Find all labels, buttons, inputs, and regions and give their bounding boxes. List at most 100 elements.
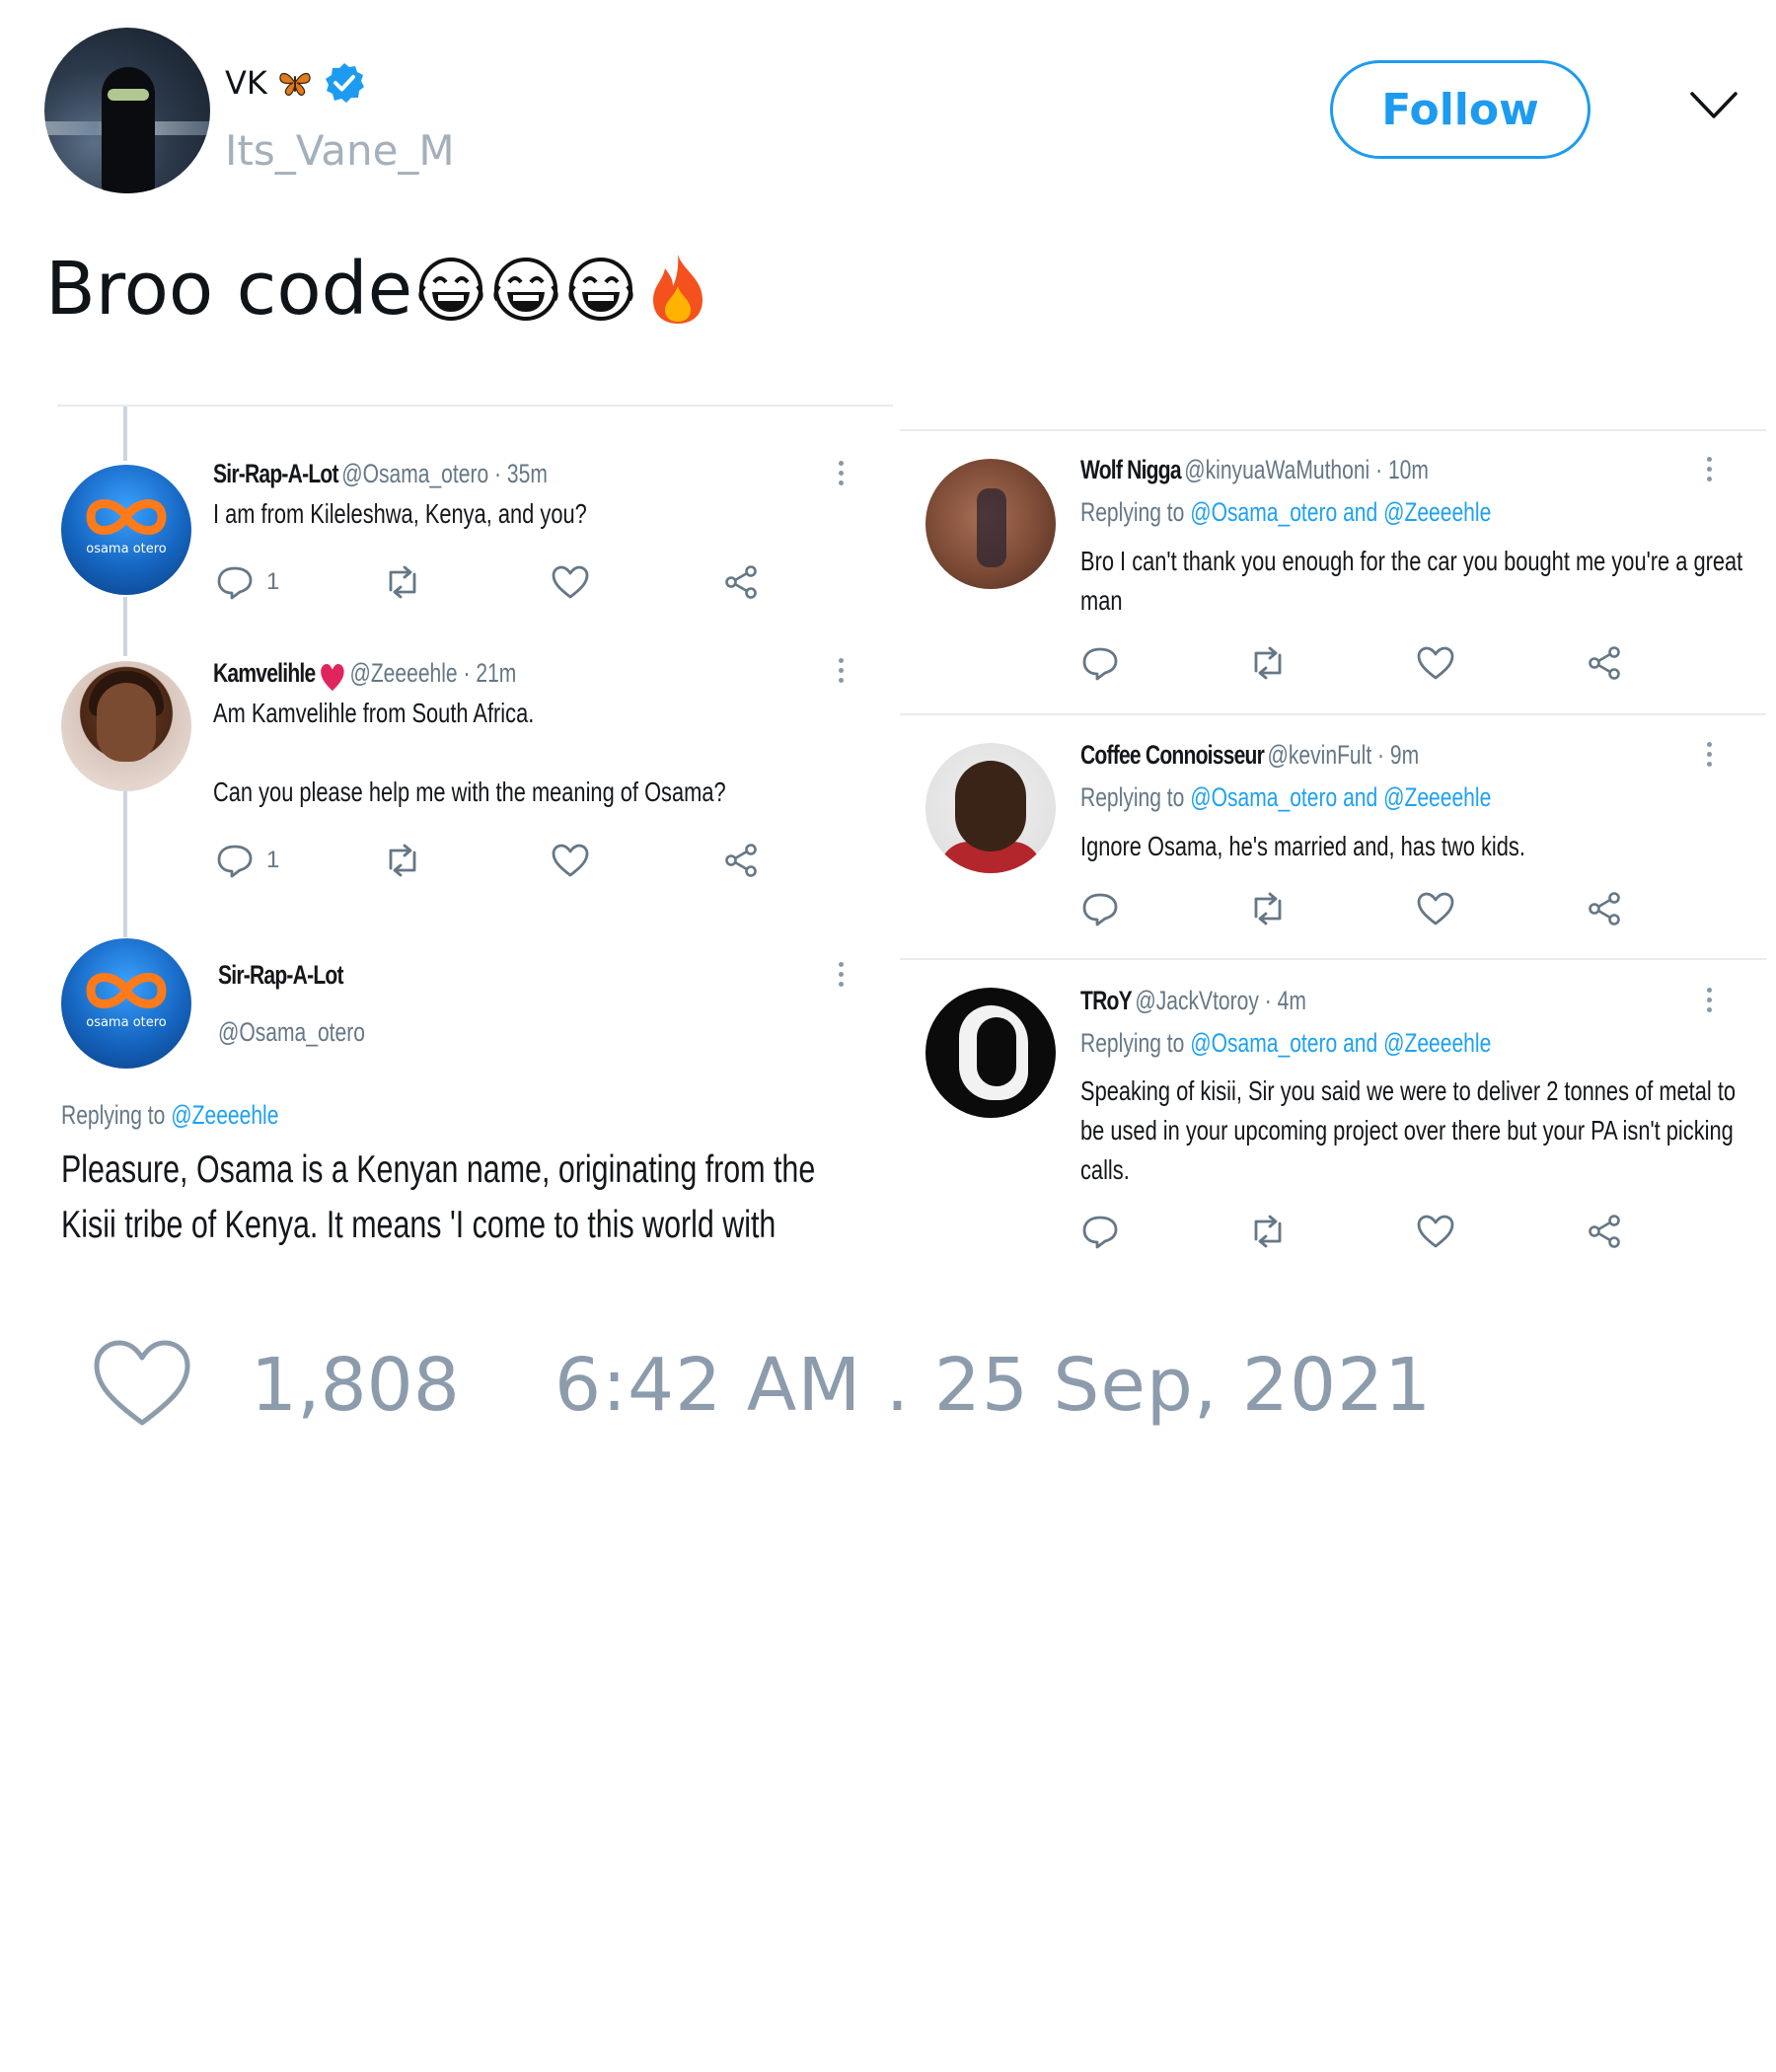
r1-name[interactable]: Wolf Nigga: [1080, 455, 1182, 485]
like-icon: [552, 565, 589, 599]
r2-text1: Ignore Osama, he's married and, has two …: [1080, 831, 1525, 861]
main-replying-link[interactable]: @Zeeeehle: [171, 1100, 278, 1130]
main-replying-prefix: Replying to: [61, 1100, 166, 1130]
r1-header: Wolf Nigga @kinyuaWaMuthoni · 10m: [1080, 455, 1526, 485]
replying-prefix: Replying to: [1080, 1028, 1185, 1058]
tweet-timestamp[interactable]: 6:42 AM . 25 Sep, 2021: [555, 1343, 1432, 1428]
r2-meta: @kevinFult · 9m: [1267, 740, 1420, 770]
reply-icon: [1082, 647, 1118, 681]
thread-line: [123, 407, 127, 461]
r1-text2: man: [1080, 585, 1123, 616]
main-handle[interactable]: @Osama_otero: [218, 1017, 365, 1048]
author-avatar[interactable]: [44, 28, 210, 193]
r3-text3: calls.: [1080, 1154, 1130, 1185]
share-action[interactable]: [721, 564, 761, 600]
reply-action[interactable]: 1: [215, 564, 279, 600]
like-action[interactable]: [551, 843, 590, 878]
author-display-name[interactable]: VK: [225, 64, 267, 102]
share-icon: [1589, 892, 1620, 925]
heart-emoji-icon: [321, 663, 344, 691]
share-action[interactable]: [721, 843, 761, 878]
r3-replying: Replying to @Osama_otero and @Zeeeehle: [1080, 1028, 1607, 1059]
retweet-icon: [389, 844, 416, 877]
reply-count: 1: [266, 568, 280, 595]
r2-text1-wrap: Ignore Osama, he's married and, has two …: [1080, 831, 1651, 862]
replying-link-1[interactable]: @Osama_otero: [1190, 1028, 1337, 1058]
like-action[interactable]: [1416, 891, 1455, 926]
thread-line: [123, 789, 127, 937]
more-icon[interactable]: [1707, 742, 1713, 772]
main-text1-wrap: Pleasure, Osama is a Kenyan name, origin…: [61, 1148, 893, 1192]
r2-header: Coffee Connoisseur @kevinFult · 9m: [1080, 740, 1515, 771]
tweet-emojis: [416, 253, 708, 326]
reply-action[interactable]: 1: [215, 843, 279, 878]
coffee-avatar[interactable]: [925, 743, 1056, 873]
more-icon[interactable]: [839, 962, 845, 992]
share-icon: [1589, 1215, 1620, 1248]
left-screenshot-panel: osama otero Sir-Rap-A-Lot @Osama_otero ·…: [54, 400, 893, 1256]
main-text2: Kisii tribe of Kenya. It means 'I come t…: [61, 1204, 777, 1246]
more-icon[interactable]: [1707, 988, 1713, 1017]
r1-text2-wrap: man: [1080, 585, 1134, 617]
like-action[interactable]: [1416, 645, 1455, 681]
replying-link-2[interactable]: @Zeeeehle: [1383, 1028, 1491, 1058]
osama-avatar[interactable]: osama otero: [61, 938, 191, 1069]
more-icon[interactable]: [1707, 457, 1713, 486]
r1-text1-wrap: Bro I can't thank you enough for the car…: [1080, 546, 1766, 577]
retweet-action[interactable]: [383, 564, 422, 600]
tweet-text-content: Broo code: [45, 247, 413, 332]
reply-icon: [1082, 1216, 1118, 1249]
retweet-action[interactable]: [1248, 891, 1288, 926]
reply-action[interactable]: [1080, 645, 1120, 681]
r1-meta: @kinyuaWaMuthoni · 10m: [1184, 455, 1429, 484]
r3-meta: @JackVtoroy · 4m: [1135, 986, 1306, 1015]
laugh-cry-emoji-icon: [568, 258, 633, 321]
replying-link-1[interactable]: @Osama_otero: [1190, 782, 1337, 812]
like-icon: [1417, 892, 1454, 925]
replying-link-2[interactable]: @Zeeeehle: [1383, 782, 1491, 812]
r3-text1-wrap: Speaking of kisii, Sir you said we were …: [1080, 1075, 1766, 1107]
reply1-name[interactable]: Sir-Rap-A-Lot: [213, 459, 339, 489]
reply2-text1: Am Kamvelihle from South Africa.: [213, 698, 535, 728]
reply2-header: Kamvelihle @Zeeeehle · 21m: [213, 658, 602, 693]
replying-and: and: [1343, 782, 1378, 812]
share-action[interactable]: [1585, 1214, 1624, 1249]
like-icon: [1417, 1215, 1454, 1248]
osama-avatar[interactable]: osama otero: [61, 465, 191, 595]
main-handle-wrap: @Osama_otero: [218, 1017, 407, 1048]
follow-button[interactable]: Follow: [1330, 60, 1591, 159]
main-name[interactable]: Sir-Rap-A-Lot: [218, 960, 344, 991]
like-action[interactable]: [1416, 1214, 1455, 1249]
replying-link-2[interactable]: @Zeeeehle: [1383, 497, 1491, 527]
share-action[interactable]: [1585, 645, 1624, 681]
more-icon[interactable]: [839, 658, 845, 688]
replying-link-1[interactable]: @Osama_otero: [1190, 497, 1337, 527]
r3-text3-wrap: calls.: [1080, 1154, 1144, 1186]
reply-action[interactable]: [1080, 1214, 1120, 1249]
r3-name[interactable]: TRoY: [1080, 986, 1133, 1016]
butterfly-icon: [279, 72, 311, 96]
like-icon[interactable]: [91, 1338, 193, 1429]
reply1-text-wrap: I am from Kileleshwa, Kenya, and you?: [213, 498, 693, 530]
r2-name[interactable]: Coffee Connoisseur: [1080, 740, 1265, 771]
chevron-down-icon[interactable]: [1689, 89, 1739, 122]
share-action[interactable]: [1585, 891, 1624, 926]
reply2-name[interactable]: Kamvelihle: [213, 658, 316, 689]
author-handle[interactable]: Its_Vane_M: [225, 126, 455, 175]
kamvelihle-avatar[interactable]: [61, 661, 191, 791]
like-icon: [552, 844, 589, 877]
reply-action[interactable]: [1080, 891, 1120, 926]
troy-avatar[interactable]: [925, 988, 1056, 1118]
retweet-action[interactable]: [1248, 1214, 1288, 1249]
wolf-avatar[interactable]: [925, 459, 1056, 589]
main-text2-wrap: Kisii tribe of Kenya. It means 'I come t…: [61, 1204, 893, 1247]
more-icon[interactable]: [839, 461, 845, 490]
author-name-row: VK: [225, 61, 366, 105]
like-action[interactable]: [551, 564, 590, 600]
retweet-icon: [1254, 646, 1282, 680]
r1-replying: Replying to @Osama_otero and @Zeeeehle: [1080, 497, 1607, 528]
retweet-action[interactable]: [383, 843, 422, 878]
osama-logo-icon: [86, 973, 167, 1008]
share-icon: [725, 565, 757, 599]
retweet-action[interactable]: [1248, 645, 1288, 681]
